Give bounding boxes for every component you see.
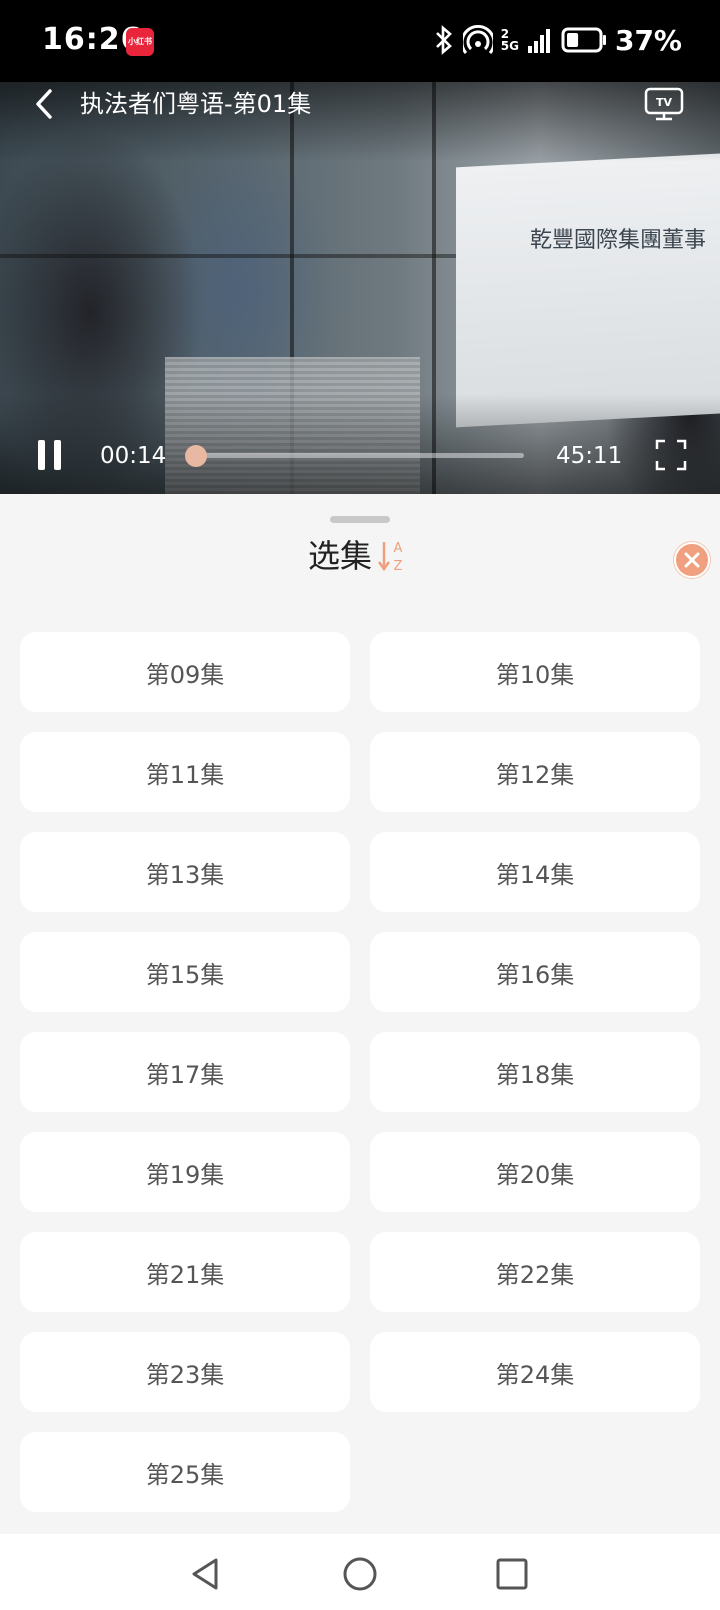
episode-button[interactable]: 第13集 [20,832,350,912]
tv-icon-label: TV [656,96,673,109]
fullscreen-button[interactable] [655,439,687,471]
sort-az-icon: A Z [377,541,403,574]
battery-percent: 37% [614,23,682,57]
bluetooth-icon [435,25,452,55]
episode-button[interactable]: 第11集 [20,732,350,812]
progress-handle[interactable] [184,445,207,467]
video-title: 执法者们粤语-第01集 [80,90,312,118]
episode-sheet: 选集 A Z 第09集 第10集 第11集 第12集 第13集 第14集 第15… [0,494,720,1534]
tv-icon: TV [644,87,684,121]
pause-icon-bar [54,440,61,470]
nav-back-button[interactable] [186,1554,226,1594]
recents-square-icon [496,1558,528,1590]
episode-button[interactable]: 第22集 [370,1232,700,1312]
video-scene-board [456,152,720,428]
video-player[interactable]: 乾豐國際集團董事 [0,82,720,494]
episode-button[interactable]: 第16集 [370,932,700,1012]
episode-button[interactable]: 第19集 [20,1132,350,1212]
signal-sim-label: 2 5G [501,28,519,52]
close-button[interactable] [674,542,710,578]
hotspot-icon [462,25,493,54]
network-type: 5G [500,39,519,53]
status-bar: 16:26 小红书 2 5G 37% [0,0,720,82]
sheet-title: 选集 [308,537,373,575]
system-nav-bar [0,1534,720,1610]
episode-button[interactable]: 第17集 [20,1032,350,1112]
fullscreen-icon [655,439,687,471]
episode-button[interactable]: 第24集 [370,1332,700,1412]
episode-button[interactable]: 第10集 [370,632,700,712]
close-icon [684,552,700,568]
back-button[interactable] [30,86,62,122]
battery-icon [561,27,606,53]
nav-home-button[interactable] [340,1554,380,1594]
episode-button[interactable]: 第25集 [20,1432,350,1512]
app-notification-icon: 小红书 [126,28,154,56]
episode-button[interactable]: 第21集 [20,1232,350,1312]
episode-button[interactable]: 第18集 [370,1032,700,1112]
sort-icon-top-label: A [394,541,403,556]
episode-button[interactable]: 第09集 [20,632,350,712]
signal-bars-icon [527,29,550,53]
chevron-left-icon [36,89,52,119]
video-scene-board-text: 乾豐國際集團董事 [530,228,707,253]
episode-button[interactable]: 第12集 [370,732,700,812]
current-time: 00:14 [100,443,167,469]
pause-button[interactable] [34,440,66,472]
cast-tv-button[interactable]: TV [644,86,684,122]
status-icons: 2 5G 37% [433,20,682,60]
sort-icon-bottom-label: Z [394,559,403,574]
total-time: 45:11 [556,443,623,469]
nav-recents-button[interactable] [492,1554,532,1594]
progress-bar[interactable] [184,445,524,467]
sort-button[interactable]: A Z [377,538,408,574]
episode-button[interactable]: 第20集 [370,1132,700,1212]
pause-icon-bar [38,440,45,470]
episode-button[interactable]: 第14集 [370,832,700,912]
episode-button[interactable]: 第23集 [20,1332,350,1412]
episode-grid: 第09集 第10集 第11集 第12集 第13集 第14集 第15集 第16集 … [20,632,700,1512]
home-circle-icon [343,1557,377,1591]
back-triangle-icon [192,1558,218,1590]
episode-button[interactable]: 第15集 [20,932,350,1012]
sheet-grabber[interactable] [330,516,390,523]
